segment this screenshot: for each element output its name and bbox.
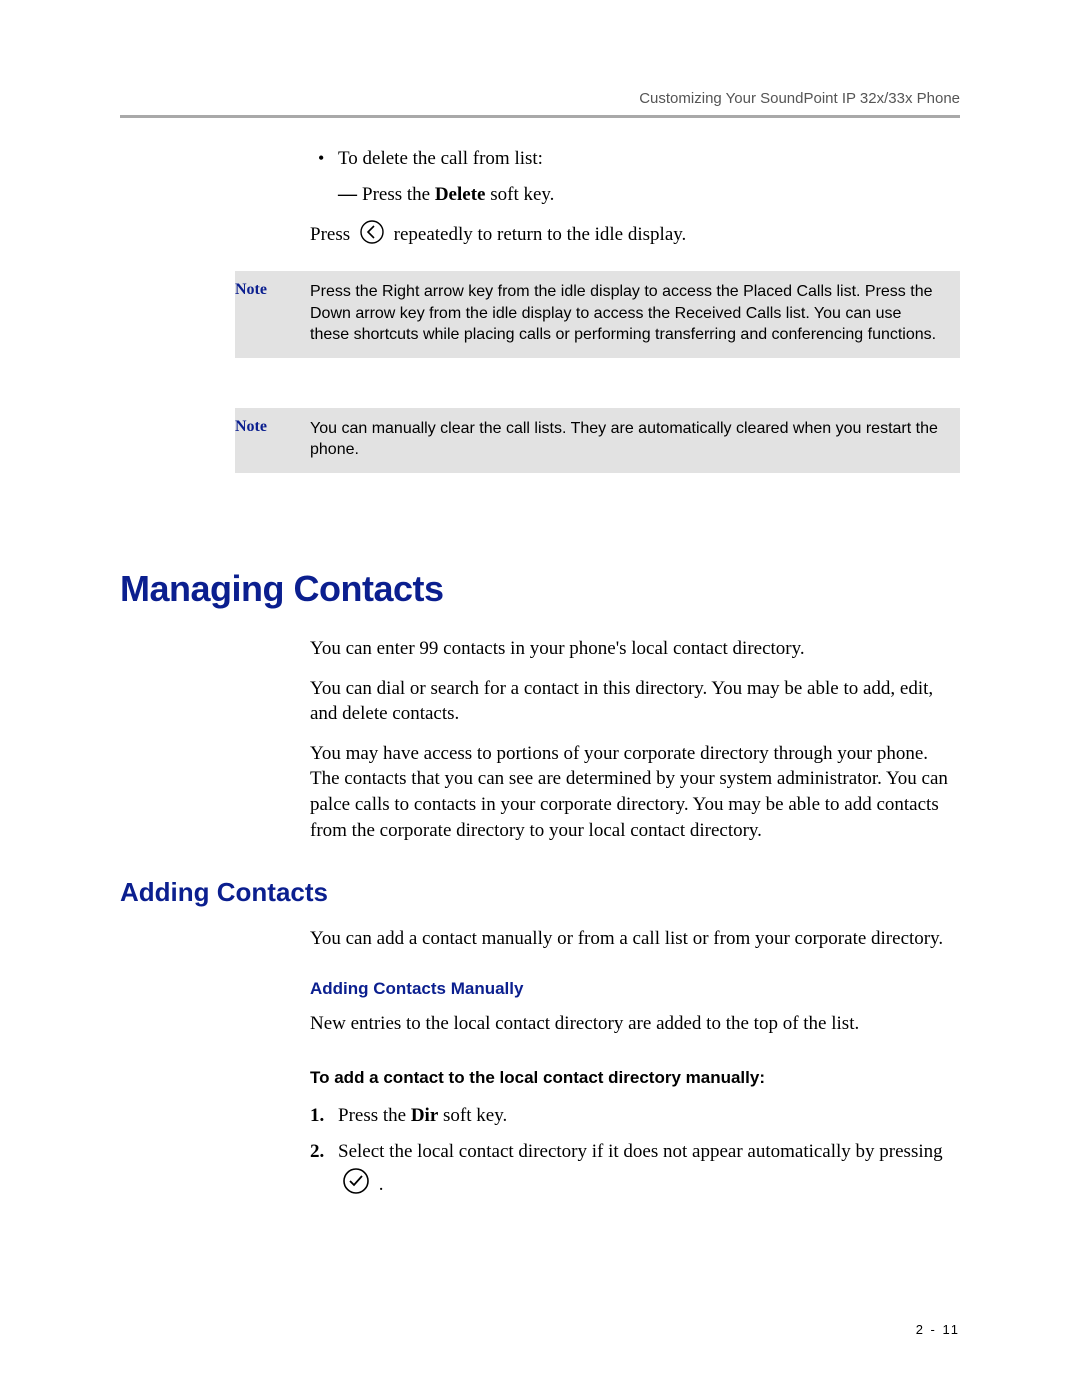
note-block-1: Note Press the Right arrow key from the … — [235, 271, 960, 358]
left-arrow-button-icon — [359, 219, 385, 253]
text: repeatedly to return to the idle display… — [394, 224, 687, 245]
note-label: Note — [235, 271, 310, 358]
intro-block: To delete the call from list: Press the … — [310, 146, 960, 253]
task-heading-add-manually: To add a contact to the local contact di… — [310, 1067, 960, 1090]
check-button-icon — [342, 1167, 370, 1205]
note-block-2: Note You can manually clear the call lis… — [235, 408, 960, 473]
text: Press the — [338, 1105, 411, 1126]
heading-managing-contacts: Managing Contacts — [120, 568, 960, 610]
text: Press the — [362, 184, 435, 205]
running-header: Customizing Your SoundPoint IP 32x/33x P… — [120, 90, 960, 107]
note-body-1: Press the Right arrow key from the idle … — [310, 271, 960, 358]
managing-p1: You can enter 99 contacts in your phone'… — [310, 636, 960, 662]
step-number: 2. — [310, 1138, 324, 1167]
text: Press — [310, 224, 355, 245]
bullet-delete-from-list: To delete the call from list: — [310, 146, 960, 172]
text: soft key. — [438, 1105, 507, 1126]
text: . — [379, 1174, 384, 1195]
step-2: 2. Select the local contact directory if… — [310, 1138, 960, 1204]
managing-body: You can enter 99 contacts in your phone'… — [310, 636, 960, 843]
header-rule — [120, 115, 960, 118]
page-number: 2 - 11 — [916, 1322, 960, 1337]
heading-adding-manually: Adding Contacts Manually — [310, 978, 960, 1001]
note-label: Note — [235, 408, 310, 473]
managing-p2: You can dial or search for a contact in … — [310, 676, 960, 727]
press-return-idle: Press repeatedly to return to the idle d… — [310, 219, 960, 253]
note-gap — [120, 368, 960, 408]
text: soft key. — [485, 184, 554, 205]
step-1: 1. Press the Dir soft key. — [310, 1102, 960, 1131]
softkey-delete: Delete — [435, 184, 486, 205]
step-number: 1. — [310, 1102, 324, 1131]
heading-adding-contacts: Adding Contacts — [120, 877, 960, 908]
text: Select the local contact directory if it… — [338, 1141, 943, 1162]
steps-list: 1. Press the Dir soft key. 2. Select the… — [310, 1102, 960, 1205]
page: Customizing Your SoundPoint IP 32x/33x P… — [0, 0, 1080, 1397]
bullet-press-delete: Press the Delete soft key. — [310, 182, 960, 208]
softkey-dir: Dir — [411, 1105, 438, 1126]
adding-manual-p1: New entries to the local contact directo… — [310, 1011, 960, 1037]
note-body-2: You can manually clear the call lists. T… — [310, 408, 960, 473]
managing-p3: You may have access to portions of your … — [310, 741, 960, 844]
adding-p1: You can add a contact manually or from a… — [310, 926, 960, 952]
adding-body: You can add a contact manually or from a… — [310, 926, 960, 1204]
